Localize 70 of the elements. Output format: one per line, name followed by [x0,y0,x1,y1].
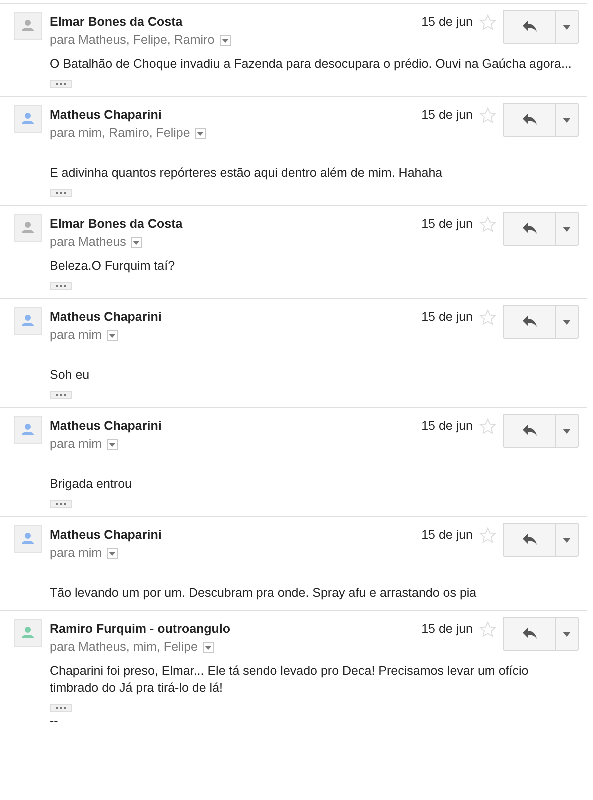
caret-icon [563,320,571,324]
show-trimmed-button[interactable] [50,391,72,399]
reply-icon [522,533,538,547]
show-trimmed-button[interactable] [50,282,72,290]
caret-icon [563,226,571,232]
reply-icon [522,20,538,34]
show-trimmed-button[interactable] [50,80,72,88]
caret-icon [563,118,571,122]
signature: -- [50,714,60,728]
caret-icon [197,132,204,136]
details-dropdown[interactable] [107,439,118,450]
recipients: para Matheus [50,234,126,251]
message-date: 15 de jun [422,309,473,326]
reply-icon [522,424,538,438]
star-icon[interactable] [479,14,497,32]
message-date: 15 de jun [422,418,473,435]
star-icon[interactable] [479,216,497,234]
star-icon[interactable] [479,418,497,436]
recipients: para mim [50,436,102,453]
details-dropdown[interactable] [107,548,118,559]
caret-icon [563,428,571,434]
message-text: Chaparini foi preso, Elmar... Ele tá sendo levado pro Deca! Precisamos levar um ofício timbrado do Já pra tirá-lo de lá! [50,663,530,697]
recipients: para Matheus, mim, Felipe [50,639,198,656]
details-dropdown[interactable] [107,330,118,341]
sender-name: Matheus Chaparini [50,107,163,124]
details-dropdown[interactable] [195,128,206,139]
sender-name: Elmar Bones da Costa [50,14,184,31]
recipients: para mim, Ramiro, Felipe [50,125,190,142]
reply-icon [522,113,538,127]
caret-icon [222,38,229,42]
caret-icon [204,646,212,650]
show-trimmed-button[interactable] [50,500,72,508]
show-trimmed-button[interactable] [50,704,72,712]
recipients: para mim [50,327,102,344]
star-icon[interactable] [479,621,497,639]
recipients: para Matheus, Felipe, Ramiro [50,32,215,49]
reply-icon [522,222,538,236]
caret-icon [109,334,116,338]
details-dropdown[interactable] [202,642,214,653]
caret-icon [133,240,140,244]
message-date: 15 de jun [422,527,473,544]
caret-icon [109,552,116,556]
message-date: 15 de jun [422,216,473,233]
show-trimmed-button[interactable] [50,189,72,197]
message-text: Brigada entrou [50,476,134,493]
caret-icon [563,632,571,636]
sender-name: Ramiro Furquim - outroangulo [50,621,232,638]
sender-name: Matheus Chaparini [50,418,163,435]
message-date: 15 de jun [422,107,473,124]
star-icon[interactable] [479,309,497,327]
details-dropdown[interactable] [220,35,231,46]
message-date: 15 de jun [422,14,473,31]
message-text: Soh eu [50,367,91,384]
sender-name: Matheus Chaparini [50,309,163,326]
sender-name: Matheus Chaparini [50,527,163,544]
star-icon[interactable] [479,107,497,125]
recipients: para mim [50,545,102,562]
reply-icon [522,315,538,329]
message-text: Beleza.O Furquim taí? [50,258,176,275]
reply-icon [522,627,538,641]
message-text: E adivinha quantos repórteres estão aqui dentro além de mim. Hahaha [50,165,444,182]
star-icon[interactable] [479,527,497,545]
message-text: Tão levando um por um. Descubram pra onde. Spray afu e arrastando os pia [50,585,478,602]
caret-icon [563,538,571,542]
message-text: O Batalhão de Choque invadiu a Fazenda para desocupara o prédio. Ouvi na Gaúcha agora... [50,56,573,73]
caret-icon [563,24,571,30]
details-dropdown[interactable] [131,237,142,248]
caret-icon [109,442,116,446]
message-date: 15 de jun [422,621,473,638]
sender-name: Elmar Bones da Costa [50,216,184,233]
